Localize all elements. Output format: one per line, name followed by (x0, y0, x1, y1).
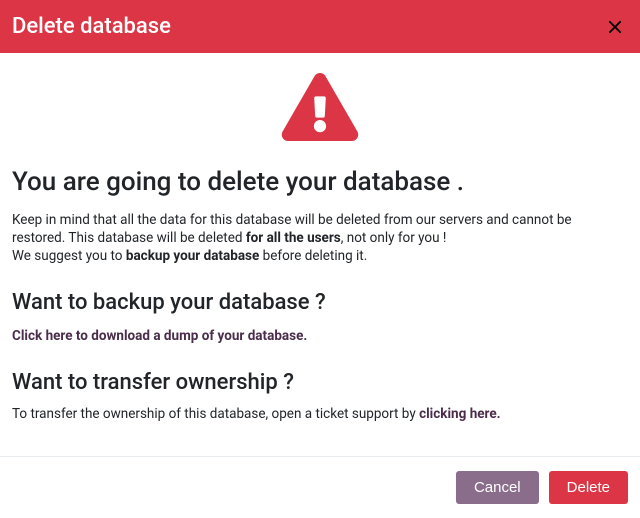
warning-triangle-icon (281, 73, 359, 145)
open-ticket-link[interactable]: clicking here. (419, 406, 501, 422)
info-bold-2: backup your database (126, 248, 259, 264)
delete-database-modal: Delete database You are going to delete … (0, 0, 640, 518)
modal-title: Delete database (12, 14, 171, 39)
backup-heading: Want to backup your database ? (12, 290, 628, 315)
transfer-paragraph: To transfer the ownership of this databa… (12, 405, 628, 424)
download-dump-link[interactable]: Click here to download a dump of your da… (12, 328, 307, 344)
delete-button[interactable]: Delete (549, 471, 628, 504)
info-text-3: We suggest you to (12, 248, 126, 264)
info-bold-1: for all the users (246, 230, 341, 246)
warning-icon-wrapper (12, 73, 628, 145)
cancel-button[interactable]: Cancel (456, 471, 539, 504)
modal-footer: Cancel Delete (0, 456, 640, 518)
transfer-text: To transfer the ownership of this databa… (12, 406, 419, 422)
main-heading: You are going to delete your database . (12, 167, 628, 197)
transfer-heading: Want to transfer ownership ? (12, 370, 628, 395)
close-icon (604, 26, 626, 41)
modal-body: You are going to delete your database . … (0, 53, 640, 456)
info-paragraph: Keep in mind that all the data for this … (12, 211, 628, 266)
info-text-4: before deleting it. (259, 248, 367, 264)
modal-header: Delete database (0, 0, 640, 53)
close-button[interactable] (604, 16, 626, 38)
info-text-2: , not only for you ! (341, 230, 447, 246)
